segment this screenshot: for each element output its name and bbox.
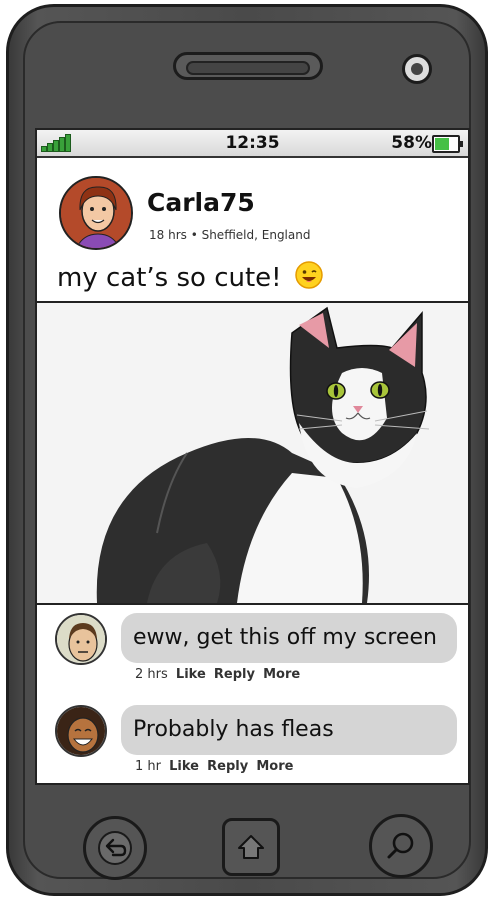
post-header: Carla75 18 hrs • Sheffield, England my c… (37, 158, 468, 303)
reply-link[interactable]: Reply (207, 759, 248, 774)
comment-bubble: eww, get this off my screen (121, 613, 457, 663)
back-button[interactable] (83, 816, 147, 880)
comment-2: Probably has fleas 1 hr Like Reply More (37, 697, 468, 783)
back-arrow-icon (98, 831, 132, 865)
user-avatar[interactable] (59, 176, 133, 250)
comment-bubble: Probably has fleas (121, 705, 457, 755)
more-link[interactable]: More (263, 667, 300, 682)
comment-time: 1 hr (135, 759, 161, 774)
comment-avatar[interactable] (55, 613, 107, 665)
front-camera (402, 54, 432, 84)
comment-time: 2 hrs (135, 667, 168, 682)
more-link[interactable]: More (256, 759, 293, 774)
smiley-emoji-icon (295, 261, 323, 289)
like-link[interactable]: Like (176, 667, 206, 682)
post-text-content: my cat’s so cute! (57, 263, 282, 293)
home-button[interactable] (222, 818, 280, 876)
home-icon (238, 835, 264, 859)
battery-percent: 58% (391, 133, 432, 153)
comment-1: eww, get this off my screen 2 hrs Like R… (37, 605, 468, 697)
post-text: my cat’s so cute! (57, 260, 324, 293)
speaker-grille (173, 52, 323, 80)
comment-avatar[interactable] (55, 705, 107, 757)
search-button[interactable] (369, 814, 433, 878)
search-icon (387, 832, 414, 859)
like-link[interactable]: Like (169, 759, 199, 774)
battery-icon (432, 135, 463, 153)
post-username[interactable]: Carla75 (147, 188, 255, 217)
post-meta: 18 hrs • Sheffield, England (149, 228, 311, 242)
phone-screen: 12:35 58% Carla75 18 hrs • Sheffield, En… (35, 128, 470, 785)
reply-link[interactable]: Reply (214, 667, 255, 682)
cat-photo (37, 303, 468, 603)
comment-actions: 1 hr Like Reply More (135, 759, 293, 774)
post-photo[interactable] (37, 303, 468, 605)
comment-actions: 2 hrs Like Reply More (135, 667, 300, 682)
status-bar: 12:35 58% (37, 130, 468, 158)
